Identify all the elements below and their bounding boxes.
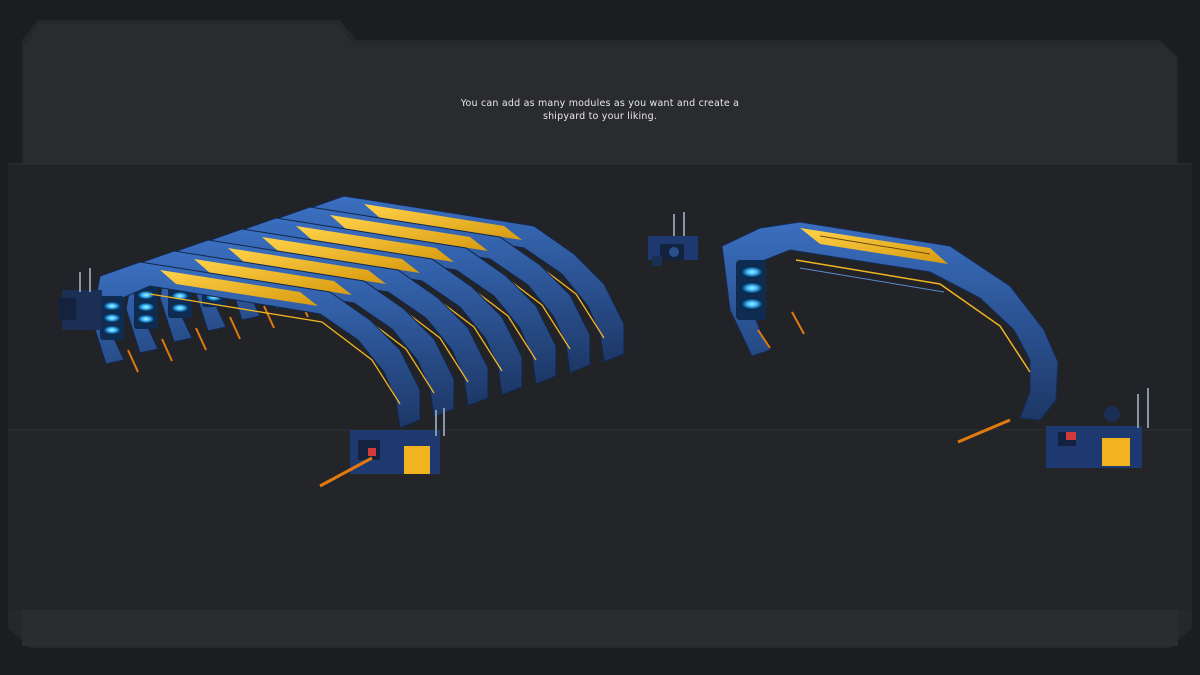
floating-module <box>648 212 698 266</box>
shipyard-artwork <box>58 195 1149 488</box>
left-endcap <box>58 268 102 330</box>
front-machinery <box>319 408 445 488</box>
large-shipyard <box>58 195 625 488</box>
single-shipyard <box>721 221 1059 444</box>
promo-screen: You can add as many modules as you want … <box>0 0 1200 675</box>
corner-machinery <box>1046 388 1149 468</box>
